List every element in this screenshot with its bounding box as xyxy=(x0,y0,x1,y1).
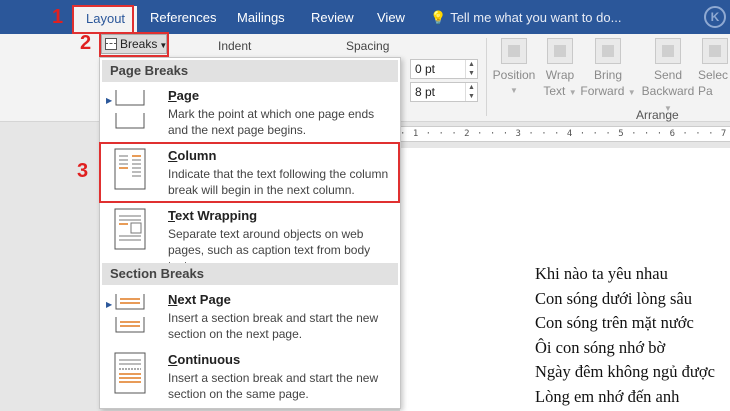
text-line: Ôi con sóng nhớ bờ xyxy=(535,337,666,357)
selection-pane-label-2: Pa xyxy=(698,84,713,98)
send-backward-label-1: Send xyxy=(653,68,683,82)
dropdown-arrow-icon: ▼ xyxy=(627,88,636,97)
text-line: Lòng em nhớ đến anh xyxy=(535,386,680,406)
menu-item-next-page[interactable]: ▶ Next Page Insert a section break and s… xyxy=(102,288,398,346)
section-breaks-header: Section Breaks xyxy=(102,263,398,285)
highlight-layout-tab xyxy=(72,5,134,34)
send-backward-button[interactable]: Send Backward ▼ xyxy=(638,38,698,117)
spin-arrows-icon[interactable]: ▲ ▼ xyxy=(465,60,477,78)
menu-item-page[interactable]: ▶ Page Mark the point at which one page … xyxy=(102,84,398,142)
horizontal-ruler[interactable]: · 1 · · · 2 · · · 3 · · · 4 · · · 5 · · … xyxy=(400,126,730,142)
ruler-ticks: · 1 · · · 2 · · · 3 · · · 4 · · · 5 · · … xyxy=(400,129,730,139)
send-backward-icon xyxy=(655,38,681,64)
breaks-dropdown-menu: Page Breaks ▶ Page Mark the point at whi… xyxy=(99,57,401,409)
selection-marker-icon: ▶ xyxy=(106,300,113,309)
spacing-before-input[interactable]: 0 pt ▲ ▼ xyxy=(410,59,478,79)
tab-view[interactable]: View xyxy=(377,4,405,32)
step-number-3: 3 xyxy=(77,160,89,182)
document-text[interactable]: Khi nào ta yêu nhau Con sóng dưới lòng s… xyxy=(535,262,730,410)
menu-item-title: Continuous xyxy=(168,352,241,367)
lightbulb-icon: 💡 xyxy=(430,10,447,25)
selection-marker-icon: ▶ xyxy=(106,96,113,105)
text-line: Con sóng trên mặt nước xyxy=(535,313,694,333)
send-backward-label-2: Backward xyxy=(641,84,695,98)
selection-pane-button[interactable]: Selec Pa xyxy=(698,38,730,99)
arrange-group-label: Arrange xyxy=(636,108,679,122)
menu-item-title: Text Wrapping xyxy=(168,208,258,223)
tell-me-text: Tell me what you want to do... xyxy=(450,10,622,25)
spacing-after-value: 8 pt xyxy=(415,85,436,99)
spin-arrows-icon[interactable]: ▲ ▼ xyxy=(465,83,477,101)
dropdown-arrow-icon: ▼ xyxy=(568,88,577,97)
text-line: Khi nào ta yêu nhau xyxy=(535,264,668,283)
page-break-thumbnail-icon xyxy=(115,90,145,129)
bring-forward-label-2: Forward xyxy=(580,84,625,98)
step-number-1: 1 xyxy=(52,6,64,28)
page-breaks-header: Page Breaks xyxy=(102,60,398,82)
menu-item-description: Mark the point at which one page ends an… xyxy=(168,107,375,137)
bring-forward-button[interactable]: Bring Forward ▼ xyxy=(578,38,638,101)
wrap-text-label-1: Wrap xyxy=(545,68,575,82)
tell-me-search[interactable]: 💡 Tell me what you want to do... xyxy=(430,4,621,32)
menu-item-title: Next Page xyxy=(168,292,231,307)
highlight-column-item xyxy=(99,142,400,203)
menu-item-description: Insert a section break and start the new… xyxy=(168,371,379,401)
indent-label: Indent xyxy=(218,39,252,53)
tab-review[interactable]: Review xyxy=(311,4,354,32)
text-line: Ngày đêm không ngủ được xyxy=(535,362,715,382)
wrap-text-icon xyxy=(547,38,573,64)
position-icon xyxy=(501,38,527,64)
continuous-thumbnail-icon xyxy=(114,352,146,394)
next-page-thumbnail-icon xyxy=(115,294,145,333)
selection-pane-icon xyxy=(702,38,728,64)
highlight-breaks-button xyxy=(99,32,169,57)
text-wrapping-thumbnail-icon xyxy=(114,208,146,250)
app-logo-icon: K xyxy=(704,6,726,28)
spacing-label: Spacing xyxy=(346,39,390,53)
selection-pane-label-1: Selec xyxy=(698,68,729,82)
bring-forward-icon xyxy=(595,38,621,64)
menu-item-description: Insert a section break and start the new… xyxy=(168,311,379,341)
bring-forward-label-1: Bring xyxy=(593,68,622,82)
wrap-text-label-2: Text xyxy=(543,84,566,98)
step-number-2: 2 xyxy=(80,32,92,54)
spacing-after-input[interactable]: 8 pt ▲ ▼ xyxy=(410,82,478,102)
menu-item-title: Page xyxy=(168,88,200,103)
spacing-before-value: 0 pt xyxy=(415,62,436,76)
position-label: Position xyxy=(492,68,536,82)
tab-mailings[interactable]: Mailings xyxy=(237,4,285,32)
menu-item-continuous[interactable]: Continuous Insert a section break and st… xyxy=(102,348,398,406)
menu-item-text-wrapping[interactable]: Text Wrapping Separate text around objec… xyxy=(102,204,398,273)
tab-references[interactable]: References xyxy=(150,4,216,32)
text-line: Con sóng dưới lòng sâu xyxy=(535,288,693,308)
